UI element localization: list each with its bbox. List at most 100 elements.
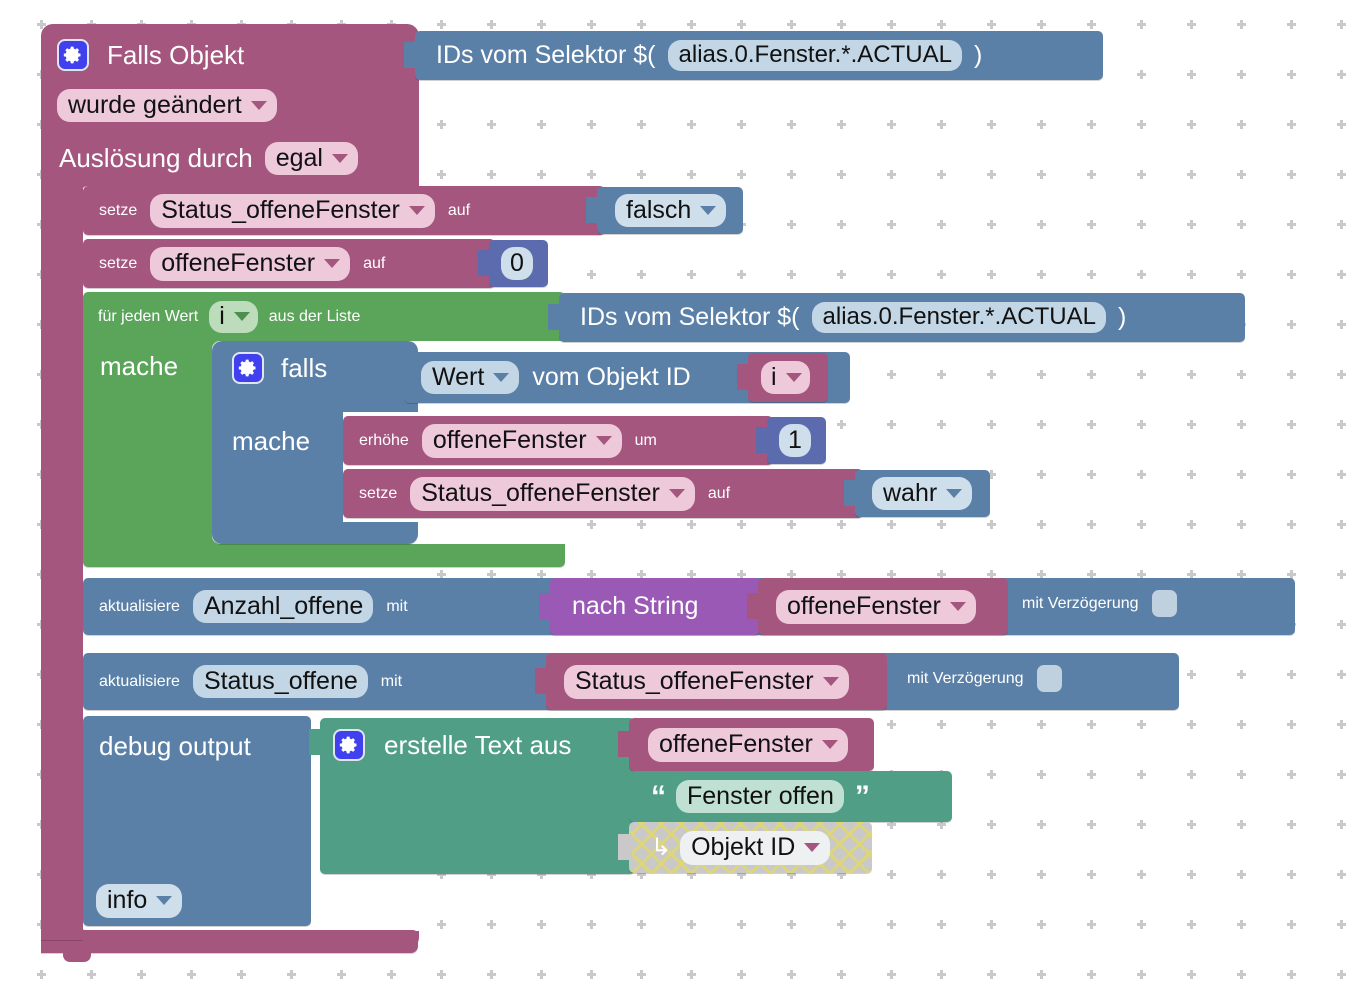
value-plug [535, 668, 549, 694]
update-count-target-label: Anzahl_offene [203, 591, 364, 620]
update-status-variable-dropdown[interactable]: Status_offeneFenster [564, 664, 849, 699]
set-connector: auf [707, 484, 731, 502]
trigger-by-row: Auslösung durch egal [59, 142, 358, 175]
value-plug [737, 364, 751, 390]
value-plug [618, 731, 632, 757]
true-label: wahr [883, 478, 938, 507]
block-create-text-item-variable[interactable]: offeneFenster [618, 718, 874, 771]
create-text-string-value: Fenster offen [687, 781, 834, 810]
for-each-variable-dropdown[interactable]: i [209, 300, 258, 333]
debug-output-label: debug output [99, 731, 251, 761]
set-status-true-variable: Status_offeneFenster [421, 478, 660, 507]
true-dropdown[interactable]: wahr [872, 477, 973, 510]
block-trigger-bottom-bar [41, 930, 418, 953]
chevron-down-icon [821, 739, 838, 749]
false-dropdown[interactable]: falsch [615, 194, 727, 227]
create-text-string-field[interactable]: Fenster offen [676, 780, 844, 813]
blockly-workspace[interactable]: Falls Objekt wurde geändert Auslösung du… [0, 0, 1354, 988]
increment-keyword: erhöhe [359, 431, 409, 449]
update-count-row: aktualisiere Anzahl_offene mit [99, 589, 408, 624]
block-top-nub [85, 24, 113, 33]
block-value-true[interactable]: wahr [844, 470, 990, 517]
selector-suffix: ) [973, 41, 983, 69]
block-variable-offenefenster-convert[interactable]: offeneFenster [747, 578, 1008, 635]
update-keyword: aktualisiere [99, 672, 180, 690]
trigger-by-value: egal [275, 143, 323, 172]
block-variable-i[interactable]: i [737, 353, 828, 402]
selector-value-field[interactable]: alias.0.Fenster.*.ACTUAL [811, 302, 1106, 333]
block-create-text-item-objekt-id-disabled[interactable]: ↳ Objekt ID [618, 822, 872, 873]
block-number-zero[interactable]: 0 [478, 240, 548, 287]
block-variable-status-offenefenster[interactable]: Status_offeneFenster [535, 653, 887, 710]
objekt-id-label: Objekt ID [691, 832, 796, 861]
selector-suffix: ) [1117, 303, 1127, 331]
update-count-target[interactable]: Anzahl_offene [192, 590, 374, 623]
number-one-value: 1 [788, 426, 802, 454]
block-number-one[interactable]: 1 [756, 417, 826, 464]
close-quote-icon: ” [854, 779, 870, 813]
chevron-down-icon [156, 896, 173, 905]
increment-variable-dropdown[interactable]: offeneFenster [421, 423, 622, 458]
variable-i-dropdown[interactable]: i [761, 361, 810, 394]
value-plug [844, 480, 858, 506]
block-create-text-item-string[interactable]: “ Fenster offen ” [618, 771, 952, 822]
gear-icon[interactable] [333, 729, 365, 761]
number-field-zero[interactable]: 0 [501, 247, 533, 280]
set-status-true-variable-dropdown[interactable]: Status_offeneFenster [410, 476, 695, 511]
set-keyword: setze [359, 484, 398, 502]
chevron-down-icon [946, 488, 963, 498]
trigger-header-row: Falls Objekt [57, 39, 244, 71]
block-selector-ids-loop[interactable]: IDs vom Selektor $( alias.0.Fenster.*.AC… [548, 293, 1245, 342]
selector-value-field[interactable]: alias.0.Fenster.*.ACTUAL [667, 40, 962, 71]
value-plug [309, 729, 323, 755]
block-value-false[interactable]: falsch [586, 187, 743, 234]
objekt-id-dropdown[interactable]: Objekt ID [680, 830, 831, 865]
increment-row: erhöhe offeneFenster um [359, 423, 657, 458]
delay-checkbox[interactable] [1151, 590, 1177, 617]
false-label: falsch [626, 195, 692, 224]
set-keyword: setze [99, 201, 138, 219]
value-plug [478, 250, 492, 276]
set-counter-row: setze offeneFenster auf [99, 246, 385, 281]
set-counter-variable-dropdown[interactable]: offeneFenster [150, 246, 351, 281]
if-do-label: mache [232, 426, 311, 456]
set-status-false-row: setze Status_offeneFenster auf [99, 193, 470, 228]
selector-value: alias.0.Fenster.*.ACTUAL [678, 41, 952, 68]
create-text-header: erstelle Text aus [333, 729, 571, 761]
set-status-variable-dropdown[interactable]: Status_offeneFenster [150, 193, 435, 228]
update-status-target[interactable]: Status_offene [192, 665, 368, 698]
set-status-true-row: setze Status_offeneFenster auf [359, 476, 730, 511]
delay-label: mit Verzögerung [1022, 594, 1139, 612]
trigger-condition-label: wurde geändert [68, 90, 242, 119]
return-arrow-icon: ↳ [651, 833, 672, 861]
block-convert-to-string[interactable]: nach String [539, 578, 760, 635]
delay-checkbox[interactable] [1036, 665, 1062, 692]
value-plug [618, 834, 632, 860]
if-label: falls [281, 352, 328, 383]
trigger-by-label: Auslösung durch [59, 143, 253, 173]
update-connector: mit [380, 672, 403, 690]
selector-prefix: IDs vom Selektor $( [580, 303, 800, 331]
gear-icon[interactable] [232, 352, 264, 384]
for-each-middle: aus der Liste [268, 307, 361, 325]
set-keyword: setze [99, 254, 138, 272]
value-plug [404, 42, 418, 68]
create-text-variable-dropdown[interactable]: offeneFenster [648, 727, 848, 762]
update-status-target-label: Status_offene [203, 666, 358, 695]
value-plug [586, 197, 600, 223]
number-zero-value: 0 [510, 249, 524, 277]
value-plug [393, 363, 407, 389]
convert-variable-dropdown[interactable]: offeneFenster [776, 589, 976, 624]
set-status-variable: Status_offeneFenster [161, 195, 400, 224]
trigger-by-dropdown[interactable]: egal [264, 142, 358, 175]
debug-level-dropdown[interactable]: info [96, 884, 183, 918]
number-field-one[interactable]: 1 [779, 424, 811, 457]
chevron-down-icon [408, 205, 425, 215]
chevron-down-icon [668, 488, 685, 498]
chevron-down-icon [700, 205, 717, 215]
for-each-do-label: mache [100, 351, 179, 381]
value-kind-dropdown[interactable]: Wert [421, 361, 520, 394]
gear-icon[interactable] [57, 39, 89, 71]
block-selector-ids-top[interactable]: IDs vom Selektor $( alias.0.Fenster.*.AC… [404, 31, 1103, 80]
trigger-condition-dropdown[interactable]: wurde geändert [57, 89, 277, 122]
